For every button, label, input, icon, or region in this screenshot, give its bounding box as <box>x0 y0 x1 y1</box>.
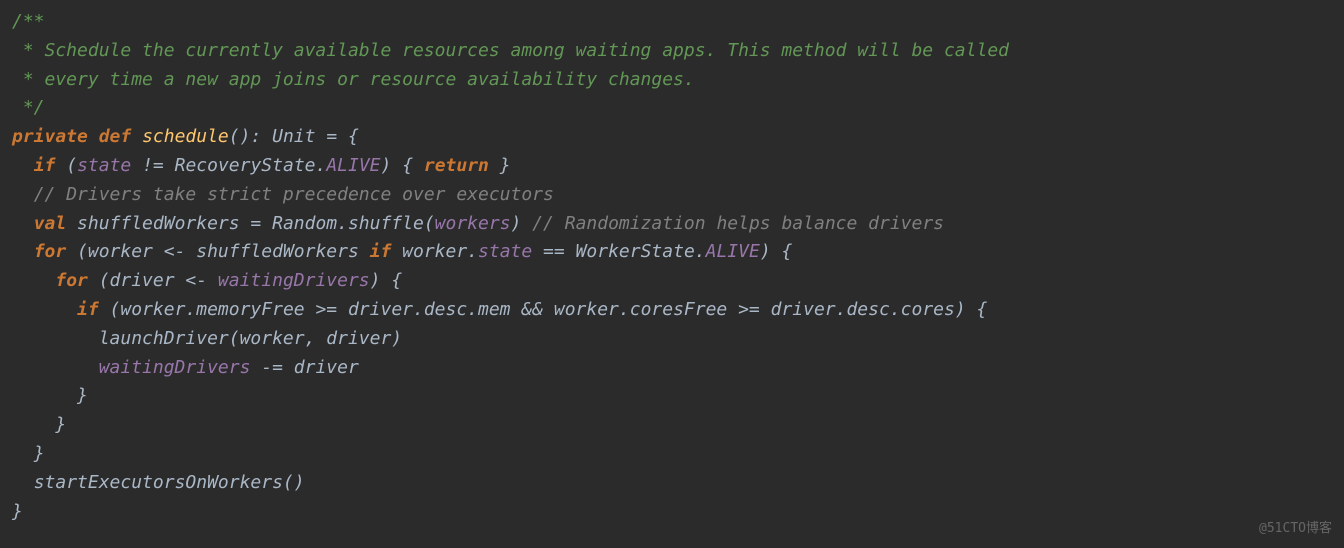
keyword-for: for <box>55 270 88 291</box>
code-line: } <box>12 440 1332 469</box>
keyword-return: return <box>424 155 489 176</box>
field: ALIVE <box>326 155 380 176</box>
code-line: * every time a new app joins or resource… <box>12 66 1332 95</box>
code-line: private def schedule(): Unit = { <box>12 123 1332 152</box>
code-line: val shuffledWorkers = Random.shuffle(wor… <box>12 210 1332 239</box>
keyword-private: private <box>12 126 88 147</box>
keyword-def: def <box>99 126 132 147</box>
comment: // Drivers take strict precedence over e… <box>34 184 554 205</box>
code-editor: /** * Schedule the currently available r… <box>12 8 1332 526</box>
code-line: */ <box>12 94 1332 123</box>
code-line: startExecutorsOnWorkers() <box>12 469 1332 498</box>
code-line: * Schedule the currently available resou… <box>12 37 1332 66</box>
field: waitingDrivers <box>99 357 251 378</box>
field: waitingDrivers <box>218 270 370 291</box>
comment: // Randomization helps balance drivers <box>532 213 944 234</box>
code-line: if (state != RecoveryState.ALIVE) { retu… <box>12 152 1332 181</box>
keyword-val: val <box>34 213 67 234</box>
keyword-if: if <box>34 155 56 176</box>
field: state <box>478 241 532 262</box>
code-line: for (driver <- waitingDrivers) { <box>12 267 1332 296</box>
function-name: schedule <box>142 126 229 147</box>
field: ALIVE <box>706 241 760 262</box>
comment: * every time a new app joins or resource… <box>12 69 695 90</box>
code-line: launchDriver(worker, driver) <box>12 325 1332 354</box>
keyword-for: for <box>34 241 67 262</box>
code-line: } <box>12 382 1332 411</box>
comment: */ <box>12 97 45 118</box>
type: Unit <box>272 126 315 147</box>
code-line: } <box>12 411 1332 440</box>
code-line: } <box>12 498 1332 527</box>
keyword-if: if <box>77 299 99 320</box>
code-line: // Drivers take strict precedence over e… <box>12 181 1332 210</box>
watermark: @51CTO博客 <box>1259 519 1332 540</box>
code-line: if (worker.memoryFree >= driver.desc.mem… <box>12 296 1332 325</box>
comment: * Schedule the currently available resou… <box>12 40 1009 61</box>
code-line: /** <box>12 8 1332 37</box>
field: state <box>77 155 131 176</box>
keyword-if: if <box>370 241 392 262</box>
code-line: for (worker <- shuffledWorkers if worker… <box>12 238 1332 267</box>
field: workers <box>435 213 511 234</box>
comment: /** <box>12 11 45 32</box>
code-line: waitingDrivers -= driver <box>12 354 1332 383</box>
